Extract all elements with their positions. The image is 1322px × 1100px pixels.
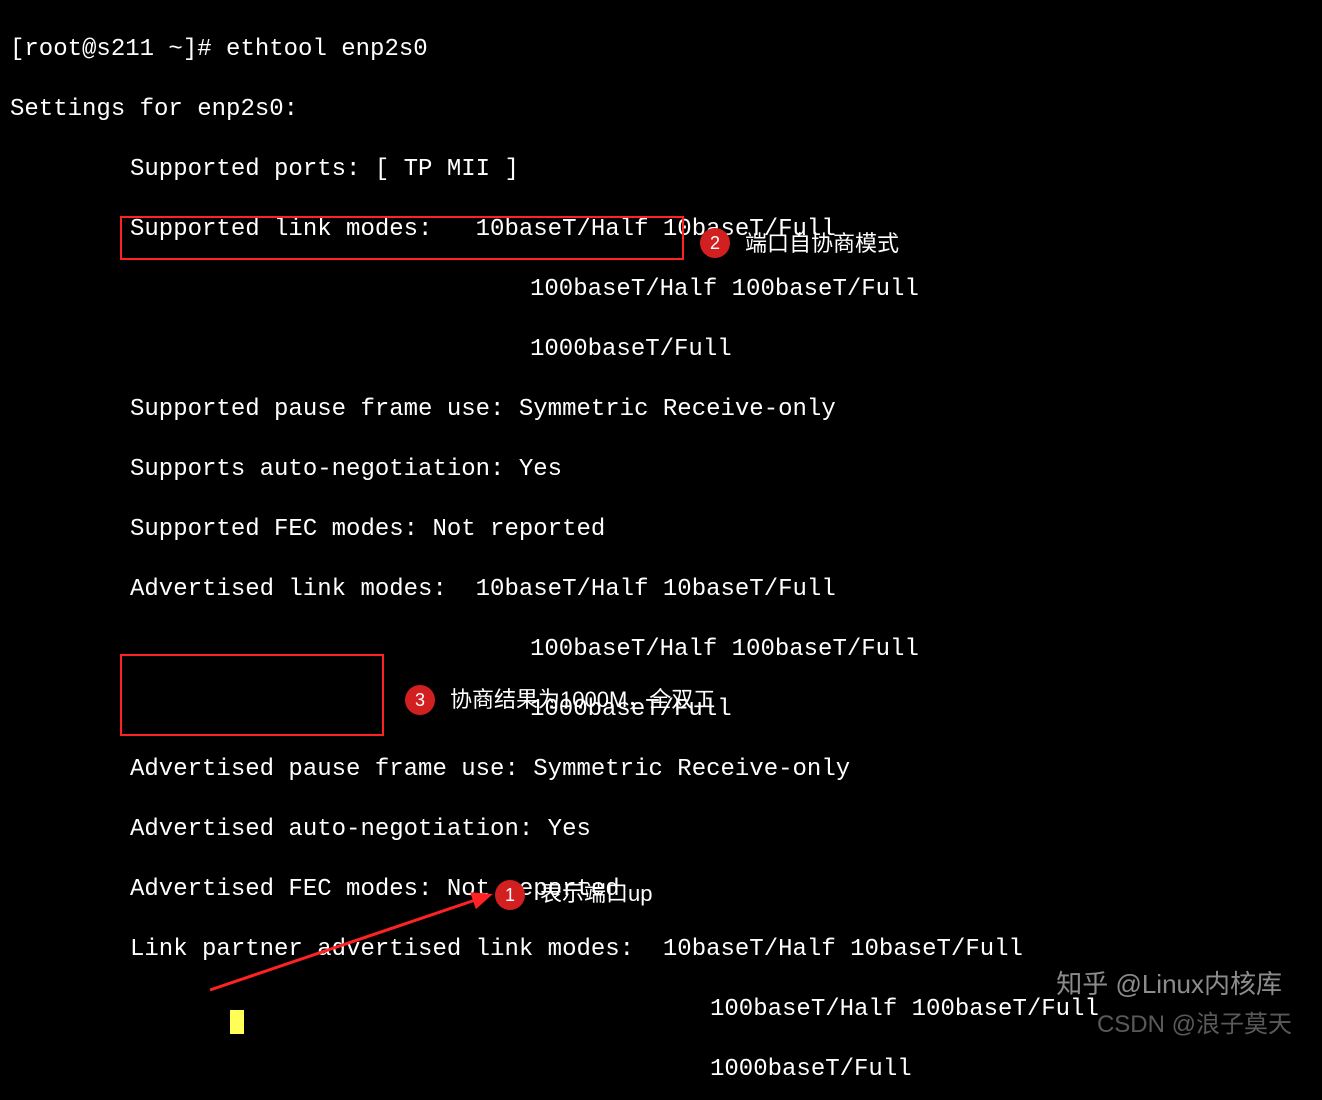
- annotation-badge-2: 2: [700, 228, 730, 258]
- terminal-cursor: [230, 1010, 244, 1034]
- watermark-zhihu: 知乎 @Linux内核库: [1056, 968, 1282, 1001]
- advertised-pause: Advertised pause frame use: Symmetric Re…: [10, 755, 1099, 785]
- advertised-link-modes: Advertised link modes: 10baseT/Half 10ba…: [10, 575, 1099, 605]
- prompt-line: [root@s211 ~]# ethtool enp2s0: [10, 35, 1099, 65]
- supported-link-modes-2: 100baseT/Half 100baseT/Full: [10, 275, 1099, 305]
- annotation-badge-3: 3: [405, 685, 435, 715]
- annotation-badge-1: 1: [495, 880, 525, 910]
- lp-link-modes-2: 100baseT/Half 100baseT/Full: [10, 995, 1099, 1025]
- supported-fec: Supported FEC modes: Not reported: [10, 515, 1099, 545]
- supported-link-modes: Supported link modes: 10baseT/Half 10bas…: [10, 215, 1099, 245]
- supported-pause: Supported pause frame use: Symmetric Rec…: [10, 395, 1099, 425]
- supported-ports: Supported ports: [ TP MII ]: [10, 155, 1099, 185]
- supported-link-modes-3: 1000baseT/Full: [10, 335, 1099, 365]
- annotation-text-2: 端口自协商模式: [745, 230, 899, 258]
- lp-link-modes-3: 1000baseT/Full: [10, 1055, 1099, 1085]
- supports-auto-negotiation: Supports auto-negotiation: Yes: [10, 455, 1099, 485]
- advertised-link-modes-2: 100baseT/Half 100baseT/Full: [10, 635, 1099, 665]
- lp-link-modes: Link partner advertised link modes: 10ba…: [10, 935, 1099, 965]
- annotation-text-3: 协商结果为1000M，全双工: [450, 686, 715, 714]
- watermark-csdn: CSDN @浪子莫天: [1097, 1010, 1292, 1040]
- terminal-output: [root@s211 ~]# ethtool enp2s0 Settings f…: [10, 5, 1099, 1100]
- annotation-text-1: 表示端口up: [540, 880, 652, 908]
- settings-header: Settings for enp2s0:: [10, 95, 1099, 125]
- advertised-auto: Advertised auto-negotiation: Yes: [10, 815, 1099, 845]
